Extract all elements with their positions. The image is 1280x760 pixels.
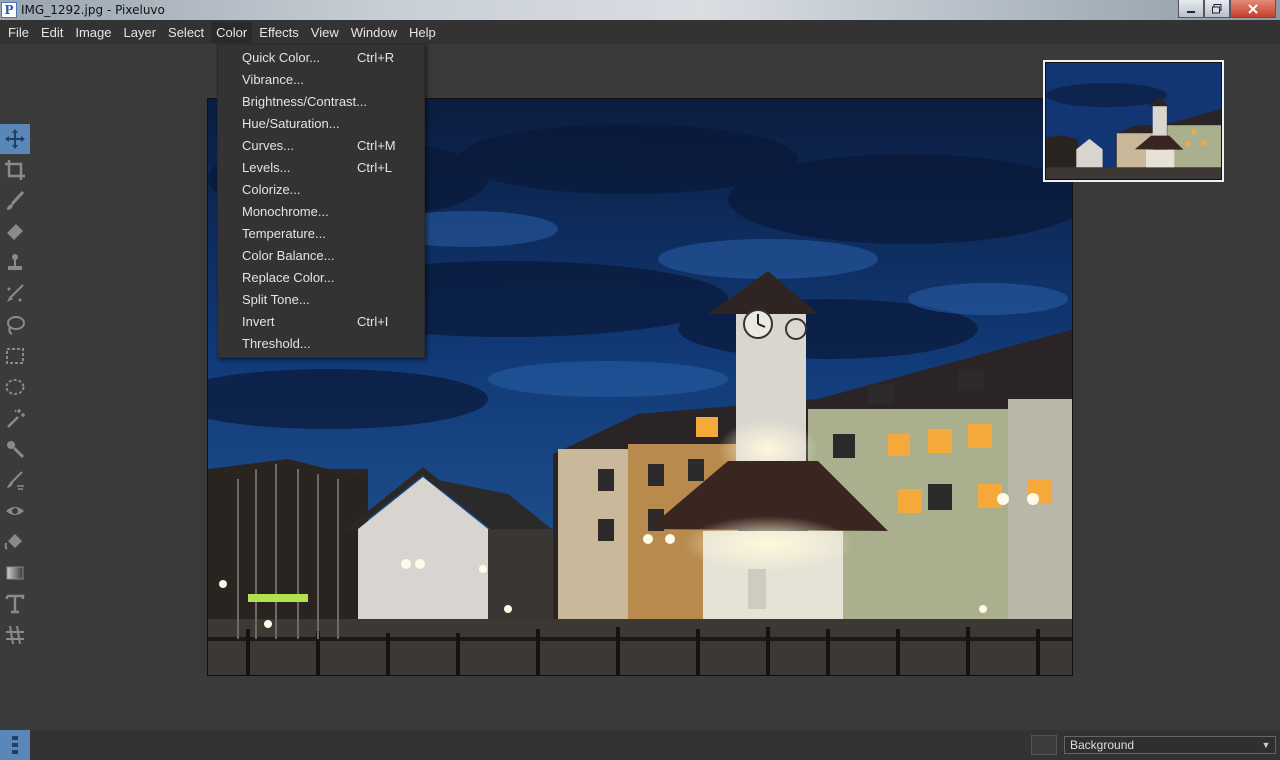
chevron-down-icon: ▼ — [1261, 740, 1271, 750]
dodge-burn-icon — [7, 471, 24, 490]
menu-item-label: Brightness/Contrast... — [242, 94, 367, 109]
menu-help[interactable]: Help — [404, 22, 441, 43]
menu-layer[interactable]: Layer — [119, 22, 162, 43]
minimize-button[interactable] — [1178, 0, 1204, 18]
magic-wand-tool[interactable] — [0, 403, 30, 433]
menu-view[interactable]: View — [306, 22, 344, 43]
text-tool[interactable] — [0, 589, 30, 619]
healing-icon — [7, 284, 24, 302]
ellipse-select-icon — [5, 379, 25, 395]
menu-item-label: Replace Color... — [242, 270, 335, 285]
menu-item-invert[interactable]: Invert Ctrl+I — [218, 311, 424, 333]
menu-item-hue-saturation[interactable]: Hue/Saturation... — [218, 113, 424, 135]
menu-item-shortcut: Ctrl+M — [357, 138, 396, 153]
menu-item-shortcut: Ctrl+I — [357, 314, 389, 329]
lasso-tool[interactable] — [0, 310, 30, 340]
layers-panel-toggle[interactable] — [0, 730, 30, 760]
menu-file[interactable]: File — [3, 22, 34, 43]
rect-select-icon — [6, 348, 24, 364]
menu-item-label: Threshold... — [242, 336, 311, 351]
menu-item-label: Temperature... — [242, 226, 326, 241]
move-icon — [5, 129, 25, 149]
menu-item-shortcut: Ctrl+L — [357, 160, 393, 175]
text-icon — [5, 594, 25, 614]
title-bar: P IMG_1292.jpg - Pixeluvo — [0, 0, 1280, 20]
tool-palette — [0, 44, 32, 730]
menu-item-label: Split Tone... — [242, 292, 310, 307]
gradient-tool[interactable] — [0, 558, 30, 588]
menu-item-label: Colorize... — [242, 182, 301, 197]
menu-item-colorize[interactable]: Colorize... — [218, 179, 424, 201]
rect-select-tool[interactable] — [0, 341, 30, 371]
dodge-burn-tool[interactable] — [0, 465, 30, 495]
menu-item-label: Monochrome... — [242, 204, 329, 219]
menu-item-replace-color[interactable]: Replace Color... — [218, 267, 424, 289]
menu-item-label: Quick Color... — [242, 50, 321, 65]
menu-edit[interactable]: Edit — [36, 22, 68, 43]
window-controls — [1178, 0, 1276, 18]
menu-item-label: Levels... — [242, 160, 291, 175]
healing-tool[interactable] — [0, 279, 30, 309]
move-tool[interactable] — [0, 124, 30, 154]
brush-icon — [7, 190, 25, 210]
menu-item-temperature[interactable]: Temperature... — [218, 223, 424, 245]
transform-icon — [6, 625, 24, 645]
navigator-thumbnail[interactable] — [1043, 60, 1224, 182]
maximize-button[interactable] — [1204, 0, 1230, 18]
eraser-tool[interactable] — [0, 217, 30, 247]
crop-tool[interactable] — [0, 155, 30, 185]
menu-window[interactable]: Window — [346, 22, 402, 43]
menu-item-color-balance[interactable]: Color Balance... — [218, 245, 424, 267]
menu-effects[interactable]: Effects — [254, 22, 304, 43]
menu-item-monochrome[interactable]: Monochrome... — [218, 201, 424, 223]
menu-select[interactable]: Select — [163, 22, 209, 43]
menu-item-brightness-contrast[interactable]: Brightness/Contrast... — [218, 91, 424, 113]
menu-item-curves[interactable]: Curves... Ctrl+M — [218, 135, 424, 157]
paint-bucket-tool[interactable] — [0, 527, 30, 557]
eraser-icon — [7, 224, 23, 240]
menu-item-label: Invert — [242, 314, 275, 329]
menu-color[interactable]: Color — [211, 21, 253, 43]
menu-item-label: Hue/Saturation... — [242, 116, 340, 131]
menu-item-threshold[interactable]: Threshold... — [218, 333, 424, 355]
menu-item-quick-color[interactable]: Quick Color... Ctrl+R — [218, 47, 424, 69]
smudge-icon — [7, 441, 25, 459]
app-logo-icon: P — [1, 2, 17, 18]
brush-tool[interactable] — [0, 186, 30, 216]
red-eye-tool[interactable] — [0, 496, 30, 526]
layers-toggle-icon — [12, 736, 18, 754]
layer-select-value: Background — [1070, 738, 1135, 752]
close-button[interactable] — [1230, 0, 1276, 18]
gradient-icon — [6, 566, 24, 580]
menu-item-vibrance[interactable]: Vibrance... — [218, 69, 424, 91]
close-icon — [1248, 3, 1258, 14]
menu-item-label: Curves... — [242, 138, 295, 153]
layer-select-dropdown[interactable]: Background ▼ — [1064, 736, 1276, 754]
maximize-icon — [1212, 3, 1222, 13]
menu-image[interactable]: Image — [70, 22, 116, 43]
layer-thumbnail-icon — [1031, 735, 1057, 755]
menu-item-label: Color Balance... — [242, 248, 335, 263]
lasso-icon — [7, 316, 25, 335]
menu-item-levels[interactable]: Levels... Ctrl+L — [218, 157, 424, 179]
crop-icon — [5, 160, 25, 180]
status-bar: Background ▼ — [0, 730, 1280, 760]
clone-stamp-icon — [8, 254, 22, 270]
window-title: IMG_1292.jpg - Pixeluvo — [21, 3, 165, 17]
menu-bar: File Edit Image Layer Select Color Effec… — [0, 20, 1280, 44]
paint-bucket-icon — [4, 534, 22, 550]
navigator-preview — [1046, 63, 1221, 179]
clone-stamp-tool[interactable] — [0, 248, 30, 278]
menu-item-split-tone[interactable]: Split Tone... — [218, 289, 424, 311]
menu-item-shortcut: Ctrl+R — [357, 50, 395, 65]
magic-wand-icon — [7, 409, 25, 428]
color-menu-dropdown: Quick Color... Ctrl+R Vibrance... Bright… — [217, 44, 425, 358]
transform-tool[interactable] — [0, 620, 30, 650]
red-eye-icon — [6, 507, 24, 515]
ellipse-select-tool[interactable] — [0, 372, 30, 402]
smudge-tool[interactable] — [0, 434, 30, 464]
menu-item-label: Vibrance... — [242, 72, 304, 87]
minimize-icon — [1187, 10, 1195, 13]
